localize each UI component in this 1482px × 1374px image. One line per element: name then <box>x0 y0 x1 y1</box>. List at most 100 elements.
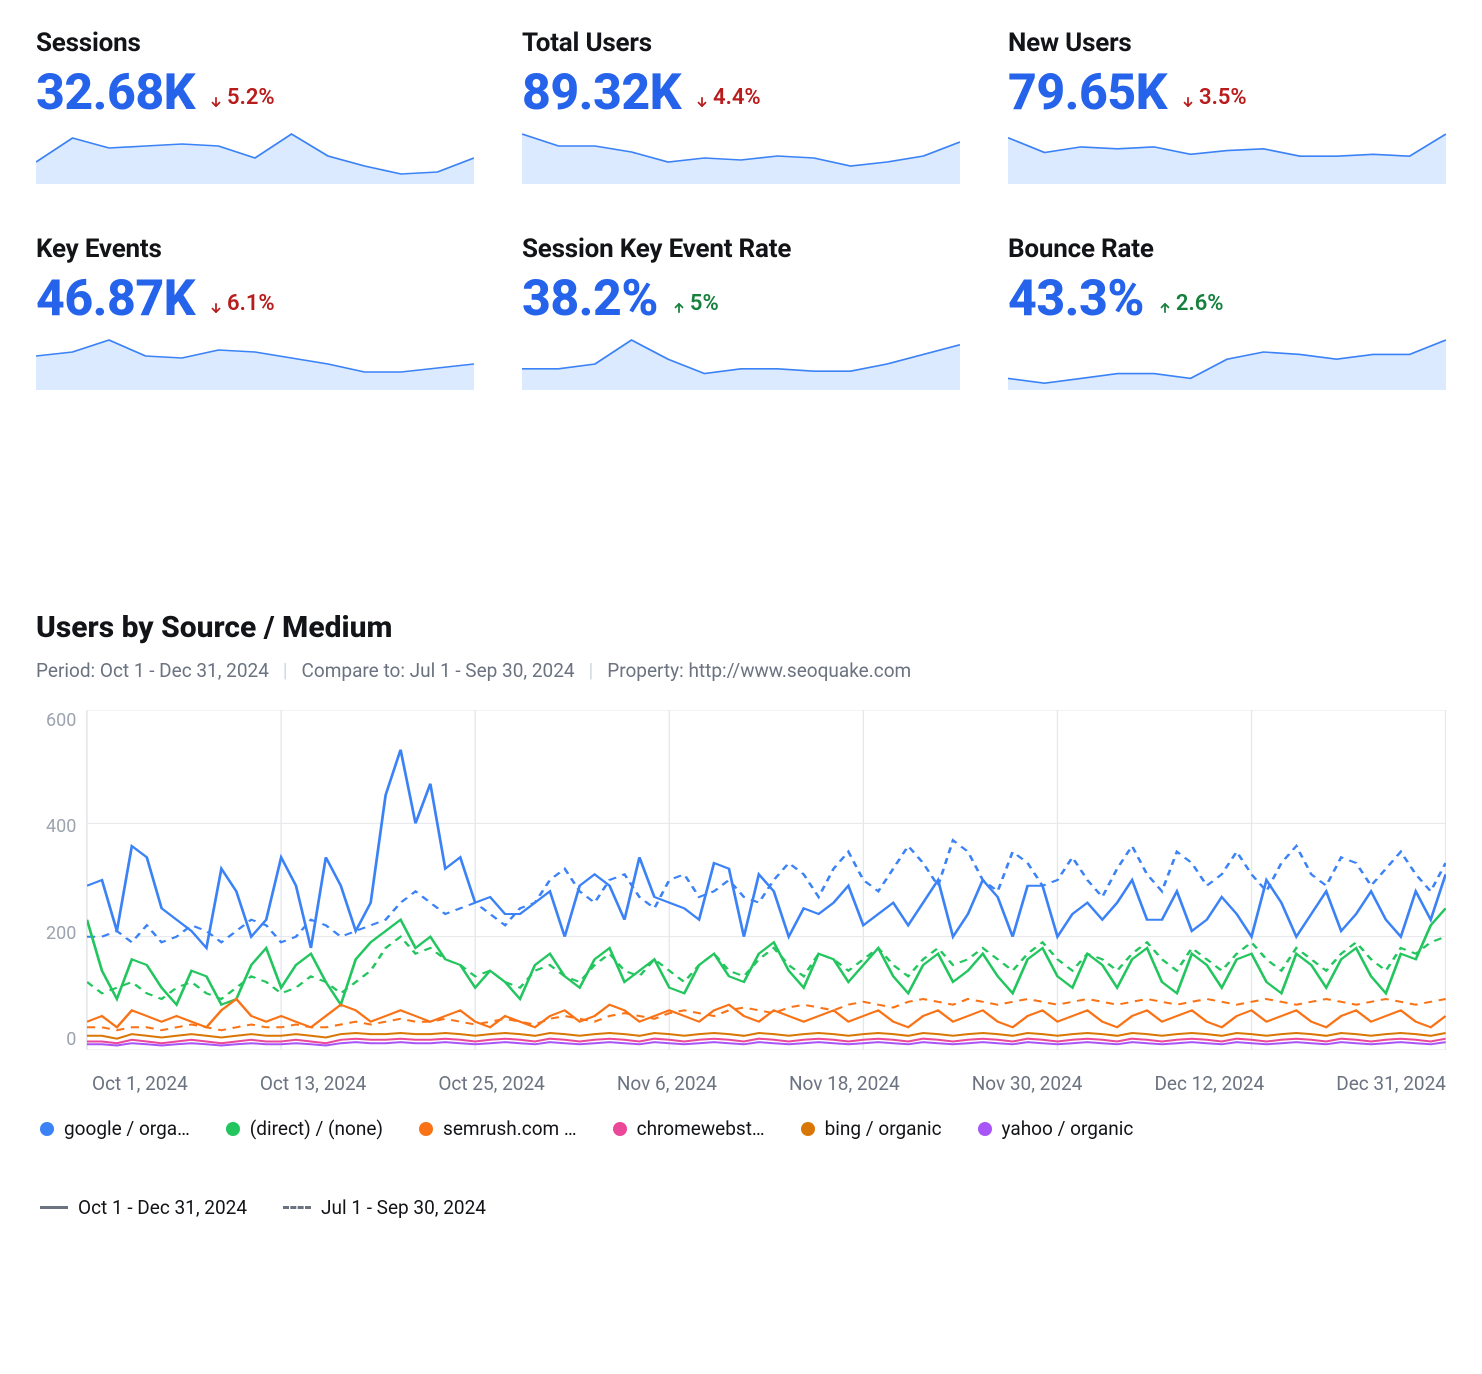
main-chart-meta: Period: Oct 1 - Dec 31, 2024 | Compare t… <box>36 659 1446 682</box>
legend-series-label: yahoo / organic <box>1002 1117 1134 1140</box>
kpi-value-row: 46.87K 6.1% <box>36 270 474 328</box>
legend-period-item[interactable]: Jul 1 - Sep 30, 2024 <box>283 1196 486 1219</box>
kpi-delta: 4.4% <box>695 85 761 110</box>
arrow-up-icon <box>672 296 686 310</box>
kpi-sparkline <box>1008 338 1446 390</box>
legend-series-item[interactable]: google / orga… <box>40 1117 190 1140</box>
kpi-title: Total Users <box>522 28 960 58</box>
kpi-sparkline <box>1008 132 1446 184</box>
legend-series-item[interactable]: bing / organic <box>801 1117 942 1140</box>
period-value: Oct 1 - Dec 31, 2024 <box>100 659 269 682</box>
x-tick: Dec 12, 2024 <box>1154 1072 1264 1095</box>
kpi-title: Sessions <box>36 28 474 58</box>
kpi-sparkline <box>522 338 960 390</box>
legend-swatch-icon <box>40 1122 54 1136</box>
kpi-delta: 6.1% <box>209 291 275 316</box>
legend-line-icon <box>283 1206 311 1209</box>
arrow-down-icon <box>209 90 223 104</box>
legend-period-label: Jul 1 - Sep 30, 2024 <box>321 1196 486 1219</box>
main-chart: 600 400 200 0 <box>46 710 1446 1050</box>
kpi-delta-value: 6.1% <box>227 291 275 316</box>
kpi-card-total_users[interactable]: Total Users 89.32K 4.4% <box>522 28 960 184</box>
arrow-down-icon <box>1181 90 1195 104</box>
x-tick: Oct 1, 2024 <box>92 1072 188 1095</box>
legend-series-item[interactable]: semrush.com … <box>419 1117 577 1140</box>
property-value: http://www.seoquake.com <box>688 659 911 682</box>
meta-separator: | <box>589 659 594 682</box>
x-tick: Nov 18, 2024 <box>789 1072 900 1095</box>
x-tick: Nov 6, 2024 <box>617 1072 717 1095</box>
kpi-value: 46.87K <box>36 270 195 328</box>
kpi-value: 89.32K <box>522 64 681 122</box>
kpi-value-row: 89.32K 4.4% <box>522 64 960 122</box>
legend-period-item[interactable]: Oct 1 - Dec 31, 2024 <box>40 1196 247 1219</box>
property-text: Property: http://www.seoquake.com <box>607 659 911 682</box>
kpi-title: Bounce Rate <box>1008 234 1446 264</box>
arrow-down-icon <box>209 296 223 310</box>
kpi-card-grid: Sessions 32.68K 5.2% Total Users 89.32K … <box>36 28 1446 390</box>
y-tick: 0 <box>66 1029 76 1050</box>
legend-swatch-icon <box>419 1122 433 1136</box>
y-axis: 600 400 200 0 <box>46 710 86 1050</box>
kpi-delta: 2.6% <box>1158 291 1224 316</box>
kpi-value: 32.68K <box>36 64 195 122</box>
kpi-sparkline <box>522 132 960 184</box>
legend-line-icon <box>40 1206 68 1209</box>
legend-swatch-icon <box>226 1122 240 1136</box>
legend-period-label: Oct 1 - Dec 31, 2024 <box>78 1196 247 1219</box>
kpi-card-sk_rate[interactable]: Session Key Event Rate 38.2% 5% <box>522 234 960 390</box>
kpi-card-new_users[interactable]: New Users 79.65K 3.5% <box>1008 28 1446 184</box>
arrow-down-icon <box>695 90 709 104</box>
x-axis-ticks: Oct 1, 2024 Oct 13, 2024 Oct 25, 2024 Nov 6… <box>92 1072 1446 1095</box>
y-tick: 400 <box>46 816 76 837</box>
kpi-delta-value: 4.4% <box>713 85 761 110</box>
chart-legend: google / orga… (direct) / (none) semrush.c… <box>40 1117 1446 1219</box>
x-tick: Nov 30, 2024 <box>972 1072 1083 1095</box>
kpi-value-row: 32.68K 5.2% <box>36 64 474 122</box>
kpi-card-key_events[interactable]: Key Events 46.87K 6.1% <box>36 234 474 390</box>
compare-label: Compare to: <box>302 659 405 682</box>
x-tick: Oct 25, 2024 <box>438 1072 544 1095</box>
kpi-value-row: 43.3% 2.6% <box>1008 270 1446 328</box>
legend-swatch-icon <box>613 1122 627 1136</box>
kpi-title: Session Key Event Rate <box>522 234 960 264</box>
plot-area <box>86 710 1446 1050</box>
legend-swatch-icon <box>978 1122 992 1136</box>
legend-series-label: chromewebst… <box>637 1117 765 1140</box>
kpi-value: 79.65K <box>1008 64 1167 122</box>
kpi-title: Key Events <box>36 234 474 264</box>
period-text: Period: Oct 1 - Dec 31, 2024 <box>36 659 269 682</box>
meta-separator: | <box>283 659 288 682</box>
legend-series-item[interactable]: yahoo / organic <box>978 1117 1134 1140</box>
kpi-delta: 5% <box>672 291 719 316</box>
users-by-source-medium-panel: Users by Source / Medium Period: Oct 1 -… <box>36 610 1446 1219</box>
compare-text: Compare to: Jul 1 - Sep 30, 2024 <box>302 659 575 682</box>
kpi-delta-value: 2.6% <box>1176 291 1224 316</box>
y-tick: 200 <box>46 923 76 944</box>
legend-series-label: bing / organic <box>825 1117 942 1140</box>
kpi-value: 38.2% <box>522 270 658 328</box>
kpi-card-bounce[interactable]: Bounce Rate 43.3% 2.6% <box>1008 234 1446 390</box>
legend-series-item[interactable]: (direct) / (none) <box>226 1117 383 1140</box>
kpi-value-row: 79.65K 3.5% <box>1008 64 1446 122</box>
kpi-sparkline <box>36 338 474 390</box>
legend-series-label: google / orga… <box>64 1117 190 1140</box>
legend-series-label: (direct) / (none) <box>250 1117 383 1140</box>
y-tick: 600 <box>46 710 76 731</box>
main-chart-title: Users by Source / Medium <box>36 610 1446 645</box>
kpi-delta-value: 5% <box>690 291 719 316</box>
kpi-delta: 3.5% <box>1181 85 1247 110</box>
legend-series-item[interactable]: chromewebst… <box>613 1117 765 1140</box>
arrow-up-icon <box>1158 296 1172 310</box>
period-label: Period: <box>36 659 95 682</box>
property-label: Property: <box>607 659 684 682</box>
kpi-title: New Users <box>1008 28 1446 58</box>
kpi-card-sessions[interactable]: Sessions 32.68K 5.2% <box>36 28 474 184</box>
x-tick: Dec 31, 2024 <box>1336 1072 1446 1095</box>
x-tick: Oct 13, 2024 <box>260 1072 366 1095</box>
legend-series-label: semrush.com … <box>443 1117 577 1140</box>
kpi-sparkline <box>36 132 474 184</box>
kpi-delta-value: 5.2% <box>227 85 275 110</box>
kpi-value-row: 38.2% 5% <box>522 270 960 328</box>
kpi-delta-value: 3.5% <box>1199 85 1247 110</box>
